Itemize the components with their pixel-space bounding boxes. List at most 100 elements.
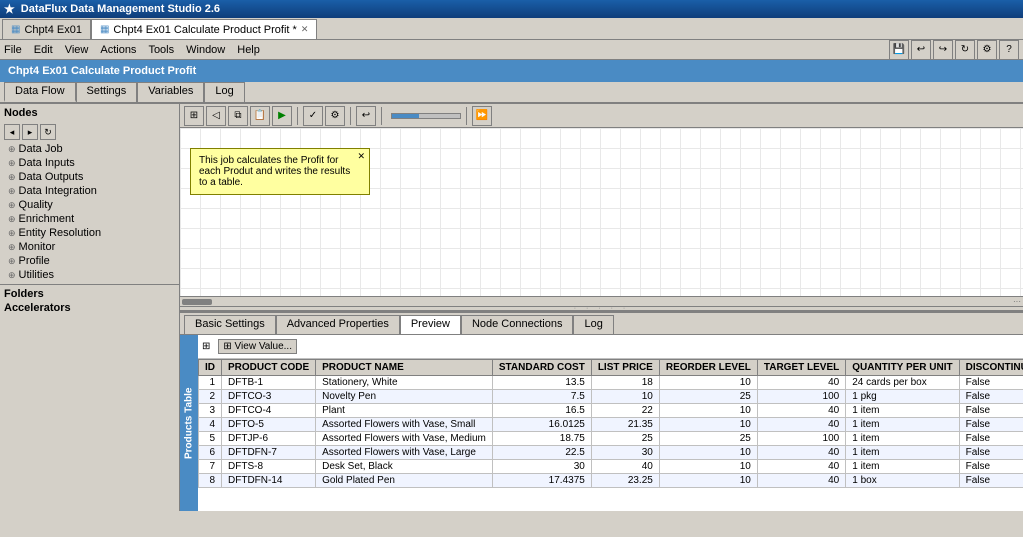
table-row[interactable]: 2DFTCO-3Novelty Pen7.510251001 pkgFalse2…: [199, 390, 1023, 404]
tab-log[interactable]: Log: [204, 82, 244, 102]
canvas-tb-settings-icon[interactable]: ⚙: [325, 106, 345, 126]
bottom-toolbar: ⊞ ⊞ View Value...: [198, 335, 1023, 359]
table-row[interactable]: 6DFTDFN-7Assorted Flowers with Vase, Lar…: [199, 446, 1023, 460]
table-cell: 40: [757, 376, 845, 390]
tab-data-flow[interactable]: Data Flow: [4, 82, 76, 102]
menu-actions[interactable]: Actions: [100, 44, 136, 56]
bottom-tab-basic-settings[interactable]: Basic Settings: [184, 315, 276, 334]
table-row[interactable]: 3DFTCO-4Plant16.52210401 itemFalse10Flow…: [199, 404, 1023, 418]
breadcrumb: Chpt4 Ex01 Calculate Product Profit: [0, 60, 1023, 82]
app-icon: ★: [4, 2, 15, 16]
sidebar-collapse-btn[interactable]: ◂: [4, 124, 20, 140]
menu-help[interactable]: Help: [237, 44, 260, 56]
table-row[interactable]: 7DFTS-8Desk Set, Black304010401 itemFals…: [199, 460, 1023, 474]
sidebar-item-profile[interactable]: ⊕ Profile: [0, 254, 179, 268]
toolbar-back-icon[interactable]: ↩: [911, 40, 931, 60]
table-cell: False: [959, 418, 1023, 432]
canvas-tooltip: ✕ This job calculates the Profit for eac…: [190, 148, 370, 195]
hscroll-thumb[interactable]: [182, 299, 212, 305]
col-header-reorder-level: REORDER LEVEL: [659, 360, 757, 376]
sidebar-header: Nodes: [0, 104, 179, 122]
bottom-tab-log[interactable]: Log: [573, 315, 613, 334]
sidebar-item-monitor[interactable]: ⊕ Monitor: [0, 240, 179, 254]
bottom-tab-node-connections[interactable]: Node Connections: [461, 315, 574, 334]
toolbar-forward-icon[interactable]: ↪: [933, 40, 953, 60]
canvas-tb-undo-icon[interactable]: ↩: [356, 106, 376, 126]
table-cell: False: [959, 446, 1023, 460]
table-cell: 22.5: [492, 446, 591, 460]
expand-icon-data-inputs: ⊕: [8, 158, 16, 169]
table-row[interactable]: 5DFTJP-6Assorted Flowers with Vase, Medi…: [199, 432, 1023, 446]
table-cell: Stationery, White: [316, 376, 493, 390]
menu-window[interactable]: Window: [186, 44, 225, 56]
sidebar-refresh-btn[interactable]: ↻: [40, 124, 56, 140]
canvas-tb-copy-icon[interactable]: ⧉: [228, 106, 248, 126]
sidebar-item-enrichment[interactable]: ⊕ Enrichment: [0, 212, 179, 226]
sidebar-item-data-integration[interactable]: ⊕ Data Integration: [0, 184, 179, 198]
bottom-tab-advanced-properties[interactable]: Advanced Properties: [276, 315, 400, 334]
menu-edit[interactable]: Edit: [34, 44, 53, 56]
sidebar-item-quality[interactable]: ⊕ Quality: [0, 198, 179, 212]
table-row[interactable]: 8DFTDFN-14Gold Plated Pen17.437523.25104…: [199, 474, 1023, 488]
table-cell: False: [959, 474, 1023, 488]
sub-tabs: Data Flow Settings Variables Log: [0, 82, 1023, 104]
canvas-hscroll[interactable]: ···: [180, 296, 1023, 306]
expand-icon-data-job: ⊕: [8, 144, 16, 155]
table-cell: 18: [591, 376, 659, 390]
canvas-tooltip-close-icon[interactable]: ✕: [357, 151, 365, 162]
table-header-row: ID PRODUCT CODE PRODUCT NAME STANDARD CO…: [199, 360, 1023, 376]
canvas-tb-separator-1: [297, 107, 298, 125]
canvas: ✕ This job calculates the Profit for eac…: [180, 128, 1023, 306]
sidebar-item-data-inputs[interactable]: ⊕ Data Inputs: [0, 156, 179, 170]
table-cell: 40: [757, 460, 845, 474]
toolbar-save-icon[interactable]: 💾: [889, 40, 909, 60]
canvas-tb-paste-icon[interactable]: 📋: [250, 106, 270, 126]
tab-chpt4-ex01[interactable]: ▦ Chpt4 Ex01: [2, 19, 91, 39]
data-table-wrapper[interactable]: ⊞ ⊞ View Value... ID PRODUCT CODE PRODUC…: [198, 335, 1023, 511]
tab-settings[interactable]: Settings: [76, 82, 138, 102]
col-header-discontinued: DISCONTINUED: [959, 360, 1023, 376]
canvas-tb-back-icon[interactable]: ◁: [206, 106, 226, 126]
table-row[interactable]: 1DFTB-1Stationery, White13.518104024 car…: [199, 376, 1023, 390]
title-bar: ★ DataFlux Data Management Studio 2.6: [0, 0, 1023, 18]
expand-icon-profile: ⊕: [8, 256, 16, 267]
col-header-target-level: TARGET LEVEL: [757, 360, 845, 376]
canvas-tb-skip-icon[interactable]: ⏩: [472, 106, 492, 126]
sidebar-item-entity-resolution[interactable]: ⊕ Entity Resolution: [0, 226, 179, 240]
bottom-tab-preview[interactable]: Preview: [400, 315, 461, 334]
table-cell: 1 item: [846, 404, 959, 418]
canvas-tb-run-icon[interactable]: ▶: [272, 106, 292, 126]
canvas-toolbar: ⊞ ◁ ⧉ 📋 ▶ ✓ ⚙ ↩ ⏩: [180, 104, 1023, 128]
sidebar-item-data-outputs[interactable]: ⊕ Data Outputs: [0, 170, 179, 184]
toolbar-settings-icon[interactable]: ⚙: [977, 40, 997, 60]
toolbar-refresh-icon[interactable]: ↻: [955, 40, 975, 60]
table-row[interactable]: 4DFTO-5Assorted Flowers with Vase, Small…: [199, 418, 1023, 432]
table-cell: Novelty Pen: [316, 390, 493, 404]
menu-view[interactable]: View: [65, 44, 89, 56]
table-cell: 22: [591, 404, 659, 418]
canvas-tb-grid-icon[interactable]: ⊞: [184, 106, 204, 126]
sidebar-section-accelerators[interactable]: Accelerators: [0, 301, 179, 315]
sidebar-expand-btn[interactable]: ▸: [22, 124, 38, 140]
table-cell: 4: [199, 418, 222, 432]
table-cell: 3: [199, 404, 222, 418]
sidebar-item-utilities[interactable]: ⊕ Utilities: [0, 268, 179, 282]
tab-calculate-product-profit[interactable]: ▦ Chpt4 Ex01 Calculate Product Profit * …: [91, 19, 317, 39]
main-content: Nodes ◂ ▸ ↻ ⊕ Data Job ⊕ Data Inputs ⊕ D…: [0, 104, 1023, 511]
sidebar-section-folders[interactable]: Folders: [0, 287, 179, 301]
expand-icon-data-integration: ⊕: [8, 186, 16, 197]
table-cell: 10: [659, 418, 757, 432]
toolbar-help-icon[interactable]: ?: [999, 40, 1019, 60]
table-cell: DFTDFN-14: [222, 474, 316, 488]
view-value-button[interactable]: ⊞ View Value...: [218, 339, 297, 354]
table-cell: DFTJP-6: [222, 432, 316, 446]
table-cell: 7: [199, 460, 222, 474]
canvas-tb-check-icon[interactable]: ✓: [303, 106, 323, 126]
menu-file[interactable]: File: [4, 44, 22, 56]
expand-icon-enrichment: ⊕: [8, 214, 16, 225]
menu-tools[interactable]: Tools: [148, 44, 174, 56]
sidebar-item-data-job[interactable]: ⊕ Data Job: [0, 142, 179, 156]
tab-close-icon[interactable]: ✕: [301, 24, 309, 35]
tab-variables[interactable]: Variables: [137, 82, 204, 102]
canvas-tb-separator-2: [350, 107, 351, 125]
